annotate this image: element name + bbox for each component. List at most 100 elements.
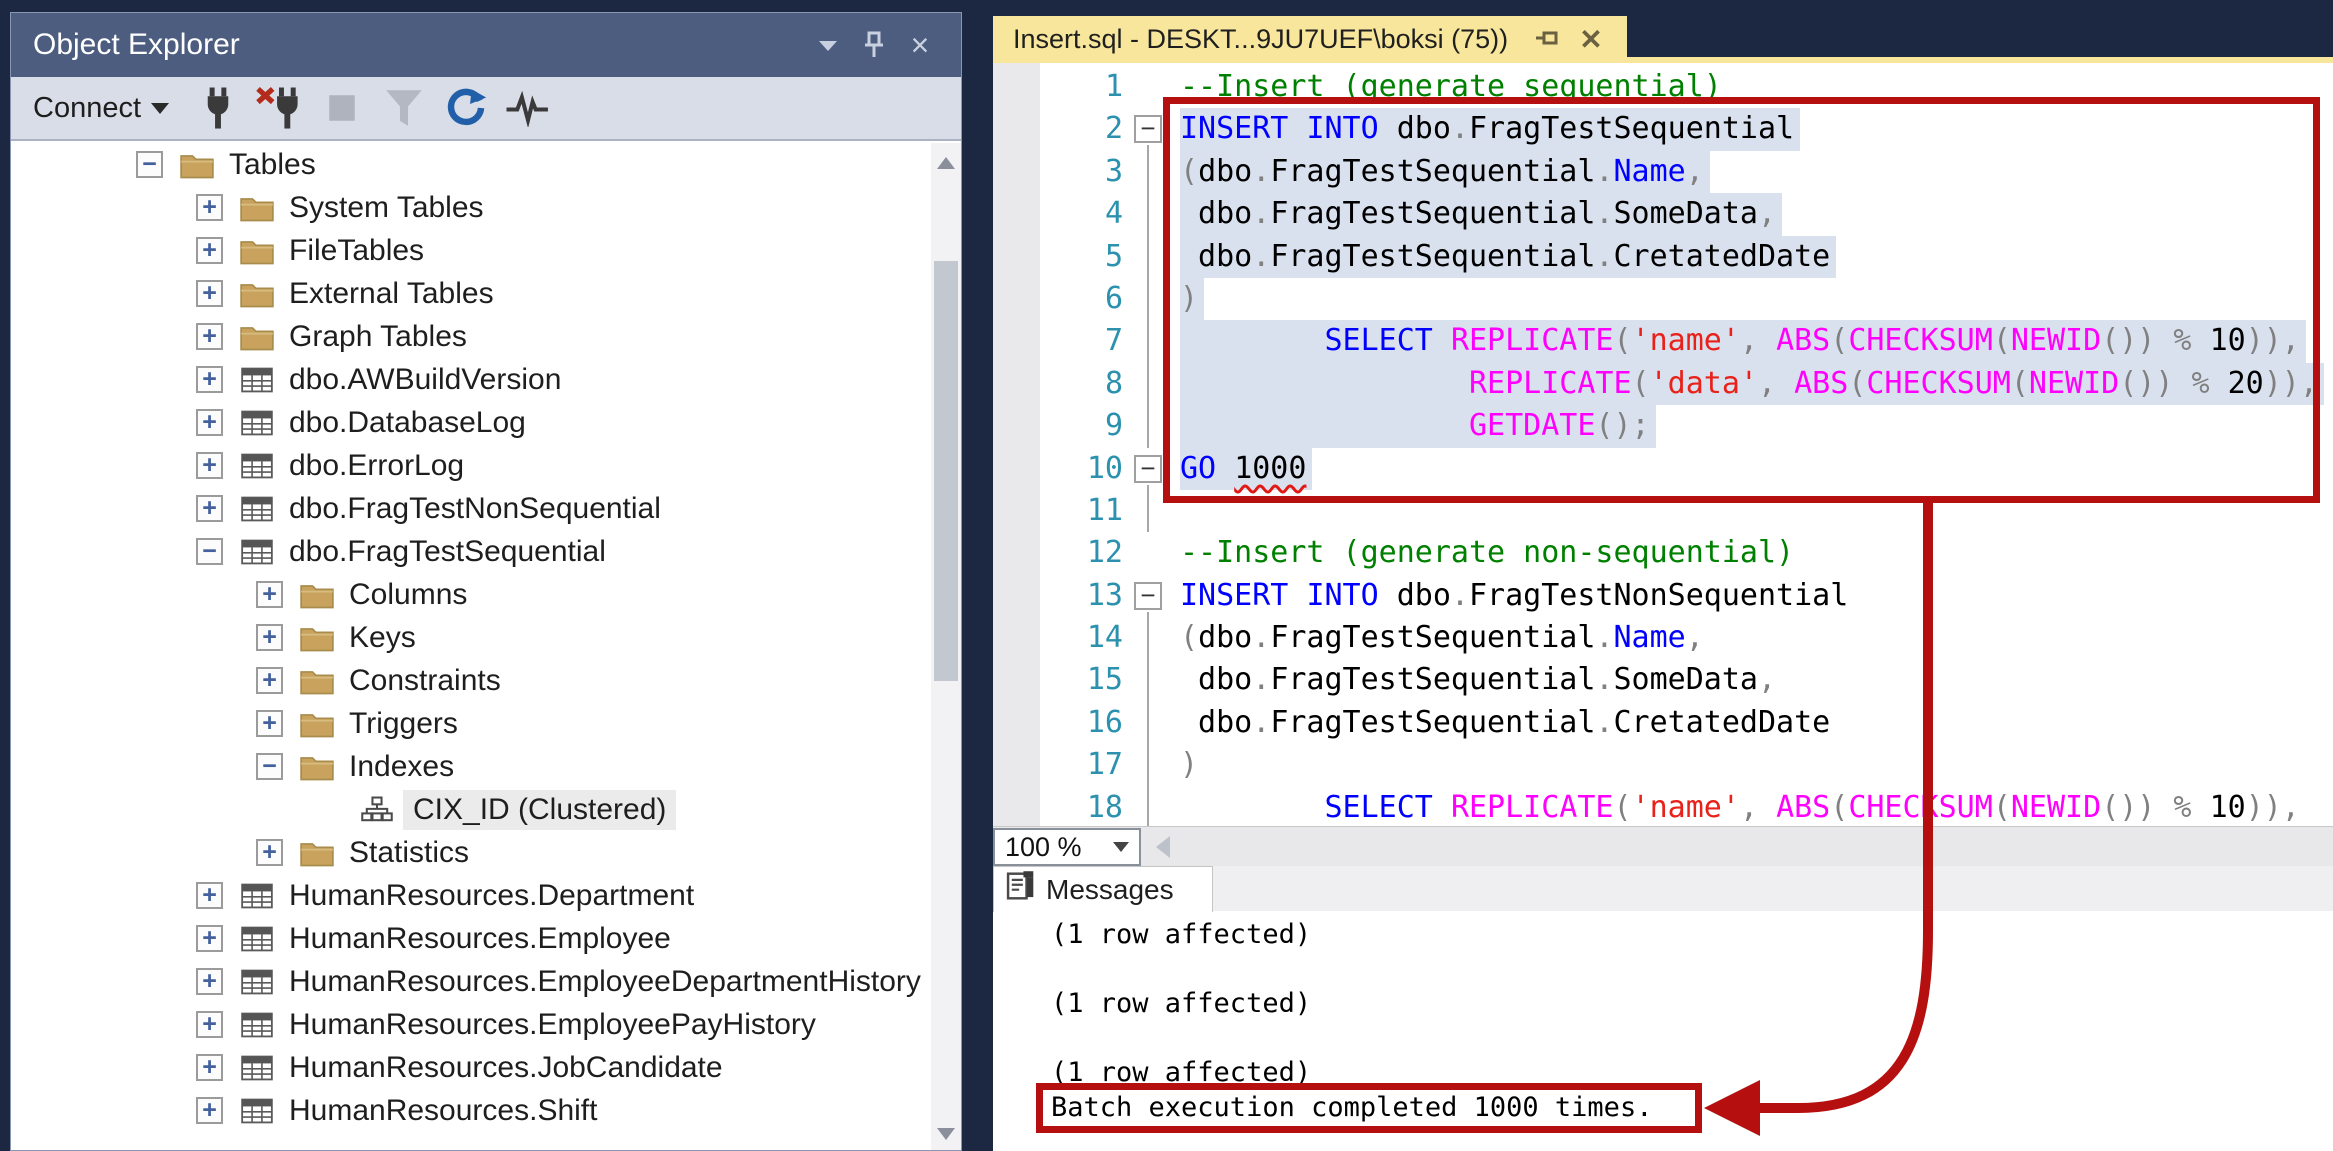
tree-item-dbo-errorlog[interactable]: +dbo.ErrorLog bbox=[11, 444, 961, 487]
code-line-10[interactable]: 10−GO 1000 bbox=[993, 448, 2333, 490]
messages-tab-label: Messages bbox=[1046, 874, 1174, 906]
expand-icon[interactable]: + bbox=[256, 581, 283, 608]
activity-monitor-icon[interactable] bbox=[501, 84, 555, 132]
collapse-icon[interactable]: − bbox=[136, 151, 163, 178]
code-line-9[interactable]: 9 GETDATE(); bbox=[993, 405, 2333, 447]
expand-icon[interactable]: + bbox=[196, 925, 223, 952]
code-line-4[interactable]: 4 dbo.FragTestSequential.SomeData, bbox=[993, 193, 2333, 235]
code-line-14[interactable]: 14(dbo.FragTestSequential.Name, bbox=[993, 617, 2333, 659]
code-line-18[interactable]: 18 SELECT REPLICATE('name', ABS(CHECKSUM… bbox=[993, 787, 2333, 826]
tree-item-label: HumanResources.JobCandidate bbox=[289, 1051, 723, 1085]
code-line-15[interactable]: 15 dbo.FragTestSequential.SomeData, bbox=[993, 659, 2333, 701]
tree-item-humanresources-employee[interactable]: +HumanResources.Employee bbox=[11, 917, 961, 960]
code-line-5[interactable]: 5 dbo.FragTestSequential.CretatedDate bbox=[993, 236, 2333, 278]
tree-item-statistics[interactable]: +Statistics bbox=[11, 831, 961, 874]
tree-item-external-tables[interactable]: +External Tables bbox=[11, 272, 961, 315]
scroll-up-icon[interactable] bbox=[937, 157, 955, 169]
tree-item-dbo-fragtestnonsequential[interactable]: +dbo.FragTestNonSequential bbox=[11, 487, 961, 530]
fold-collapse-icon[interactable]: − bbox=[1134, 115, 1162, 143]
pin-icon[interactable] bbox=[851, 25, 897, 65]
tab-messages[interactable]: Messages bbox=[993, 866, 1213, 912]
filter-icon[interactable] bbox=[377, 84, 431, 132]
tree-item-dbo-fragtestsequential[interactable]: −dbo.FragTestSequential bbox=[11, 530, 961, 573]
tree-item-keys[interactable]: +Keys bbox=[11, 616, 961, 659]
tree-item-humanresources-employeepayhistory[interactable]: +HumanResources.EmployeePayHistory bbox=[11, 1003, 961, 1046]
connect-button[interactable]: Connect bbox=[33, 92, 169, 125]
stop-icon[interactable] bbox=[315, 84, 369, 132]
code-line-2[interactable]: 2−INSERT INTO dbo.FragTestSequential bbox=[993, 108, 2333, 150]
code-text: REPLICATE('data', ABS(CHECKSUM(NEWID()) … bbox=[1180, 363, 2318, 405]
scroll-down-icon[interactable] bbox=[937, 1128, 955, 1140]
tree-item-tables[interactable]: −Tables bbox=[11, 143, 961, 186]
disconnect-plug-icon[interactable] bbox=[253, 84, 307, 132]
expand-icon[interactable]: + bbox=[196, 1054, 223, 1081]
expand-icon[interactable]: + bbox=[196, 452, 223, 479]
tree-item-cix-id-clustered-[interactable]: CIX_ID (Clustered) bbox=[11, 788, 961, 831]
code-line-16[interactable]: 16 dbo.FragTestSequential.CretatedDate bbox=[993, 702, 2333, 744]
expand-icon[interactable]: + bbox=[196, 409, 223, 436]
tree-item-dbo-awbuildversion[interactable]: +dbo.AWBuildVersion bbox=[11, 358, 961, 401]
connect-plug-icon[interactable] bbox=[191, 84, 245, 132]
table-icon bbox=[239, 493, 275, 525]
tree-item-indexes[interactable]: − Indexes bbox=[11, 745, 961, 788]
tree-item-humanresources-department[interactable]: +HumanResources.Department bbox=[11, 874, 961, 917]
expand-icon[interactable]: + bbox=[196, 1011, 223, 1038]
code-line-7[interactable]: 7 SELECT REPLICATE('name', ABS(CHECKSUM(… bbox=[993, 320, 2333, 362]
expand-icon[interactable]: + bbox=[196, 1097, 223, 1124]
code-line-12[interactable]: 12--Insert (generate non-sequential) bbox=[993, 532, 2333, 574]
line-number: 12 bbox=[1033, 532, 1123, 574]
code-line-8[interactable]: 8 REPLICATE('data', ABS(CHECKSUM(NEWID()… bbox=[993, 363, 2333, 405]
tree-item-system-tables[interactable]: + System Tables bbox=[11, 186, 961, 229]
table-icon bbox=[239, 1052, 275, 1084]
close-icon[interactable]: ✕ bbox=[1569, 20, 1613, 60]
code-line-11[interactable]: 11 bbox=[993, 490, 2333, 532]
line-number: 2 bbox=[1033, 108, 1123, 150]
code-line-3[interactable]: 3(dbo.FragTestSequential.Name, bbox=[993, 151, 2333, 193]
tree-item-constraints[interactable]: +Constraints bbox=[11, 659, 961, 702]
expand-icon[interactable]: + bbox=[196, 366, 223, 393]
tree-vertical-scrollbar[interactable] bbox=[931, 143, 961, 1150]
hscroll-left-icon[interactable] bbox=[1156, 836, 1170, 858]
tree-item-triggers[interactable]: +Triggers bbox=[11, 702, 961, 745]
fold-collapse-icon[interactable]: − bbox=[1134, 455, 1162, 483]
expand-icon[interactable]: + bbox=[196, 237, 223, 264]
expand-icon[interactable]: + bbox=[196, 194, 223, 221]
close-icon[interactable]: × bbox=[897, 25, 943, 65]
expand-icon[interactable]: + bbox=[196, 968, 223, 995]
tree-item-label: Indexes bbox=[349, 750, 454, 784]
window-position-icon[interactable] bbox=[805, 25, 851, 65]
expand-icon[interactable]: + bbox=[196, 882, 223, 909]
tree-item-label: System Tables bbox=[289, 191, 484, 225]
fold-collapse-icon[interactable]: − bbox=[1134, 582, 1162, 610]
expand-icon[interactable]: + bbox=[196, 280, 223, 307]
tree-item-graph-tables[interactable]: +Graph Tables bbox=[11, 315, 961, 358]
expand-icon[interactable]: + bbox=[196, 495, 223, 522]
scrollbar-thumb[interactable] bbox=[934, 261, 958, 681]
tree-item-label: HumanResources.EmployeeDepartmentHistory bbox=[289, 965, 921, 999]
expand-icon[interactable]: + bbox=[256, 624, 283, 651]
expand-icon[interactable]: + bbox=[256, 710, 283, 737]
code-line-1[interactable]: 1--Insert (generate sequential) bbox=[993, 66, 2333, 108]
table-icon bbox=[239, 364, 275, 396]
expand-icon[interactable]: + bbox=[196, 323, 223, 350]
collapse-icon[interactable]: − bbox=[256, 753, 283, 780]
code-line-6[interactable]: 6) bbox=[993, 278, 2333, 320]
tree-item-filetables[interactable]: +FileTables bbox=[11, 229, 961, 272]
pin-icon[interactable] bbox=[1525, 20, 1569, 60]
code-line-17[interactable]: 17) bbox=[993, 744, 2333, 786]
expand-icon[interactable]: + bbox=[256, 667, 283, 694]
document-tab[interactable]: Insert.sql - DESKT...9JU7UEF\boksi (75))… bbox=[993, 16, 1627, 63]
tree-item-humanresources-shift[interactable]: +HumanResources.Shift bbox=[11, 1089, 961, 1132]
zoom-level-dropdown[interactable]: 100 % bbox=[993, 828, 1141, 866]
collapse-icon[interactable]: − bbox=[196, 538, 223, 565]
code-area[interactable]: 1--Insert (generate sequential)2−INSERT … bbox=[993, 63, 2333, 826]
refresh-icon[interactable] bbox=[439, 84, 493, 132]
tree-item-humanresources-jobcandidate[interactable]: + HumanResources.JobCandidate bbox=[11, 1046, 961, 1089]
tree-item-columns[interactable]: +Columns bbox=[11, 573, 961, 616]
code-line-13[interactable]: 13−INSERT INTO dbo.FragTestNonSequential bbox=[993, 575, 2333, 617]
fold-line bbox=[1147, 236, 1149, 278]
tree-item-humanresources-employeedepartmenthistory[interactable]: + HumanResources.EmployeeDepartmentHistor… bbox=[11, 960, 961, 1003]
tree-item-dbo-databaselog[interactable]: +dbo.DatabaseLog bbox=[11, 401, 961, 444]
expand-icon[interactable]: + bbox=[256, 839, 283, 866]
document-tab-title: Insert.sql - DESKT...9JU7UEF\boksi (75)) bbox=[1013, 24, 1525, 55]
